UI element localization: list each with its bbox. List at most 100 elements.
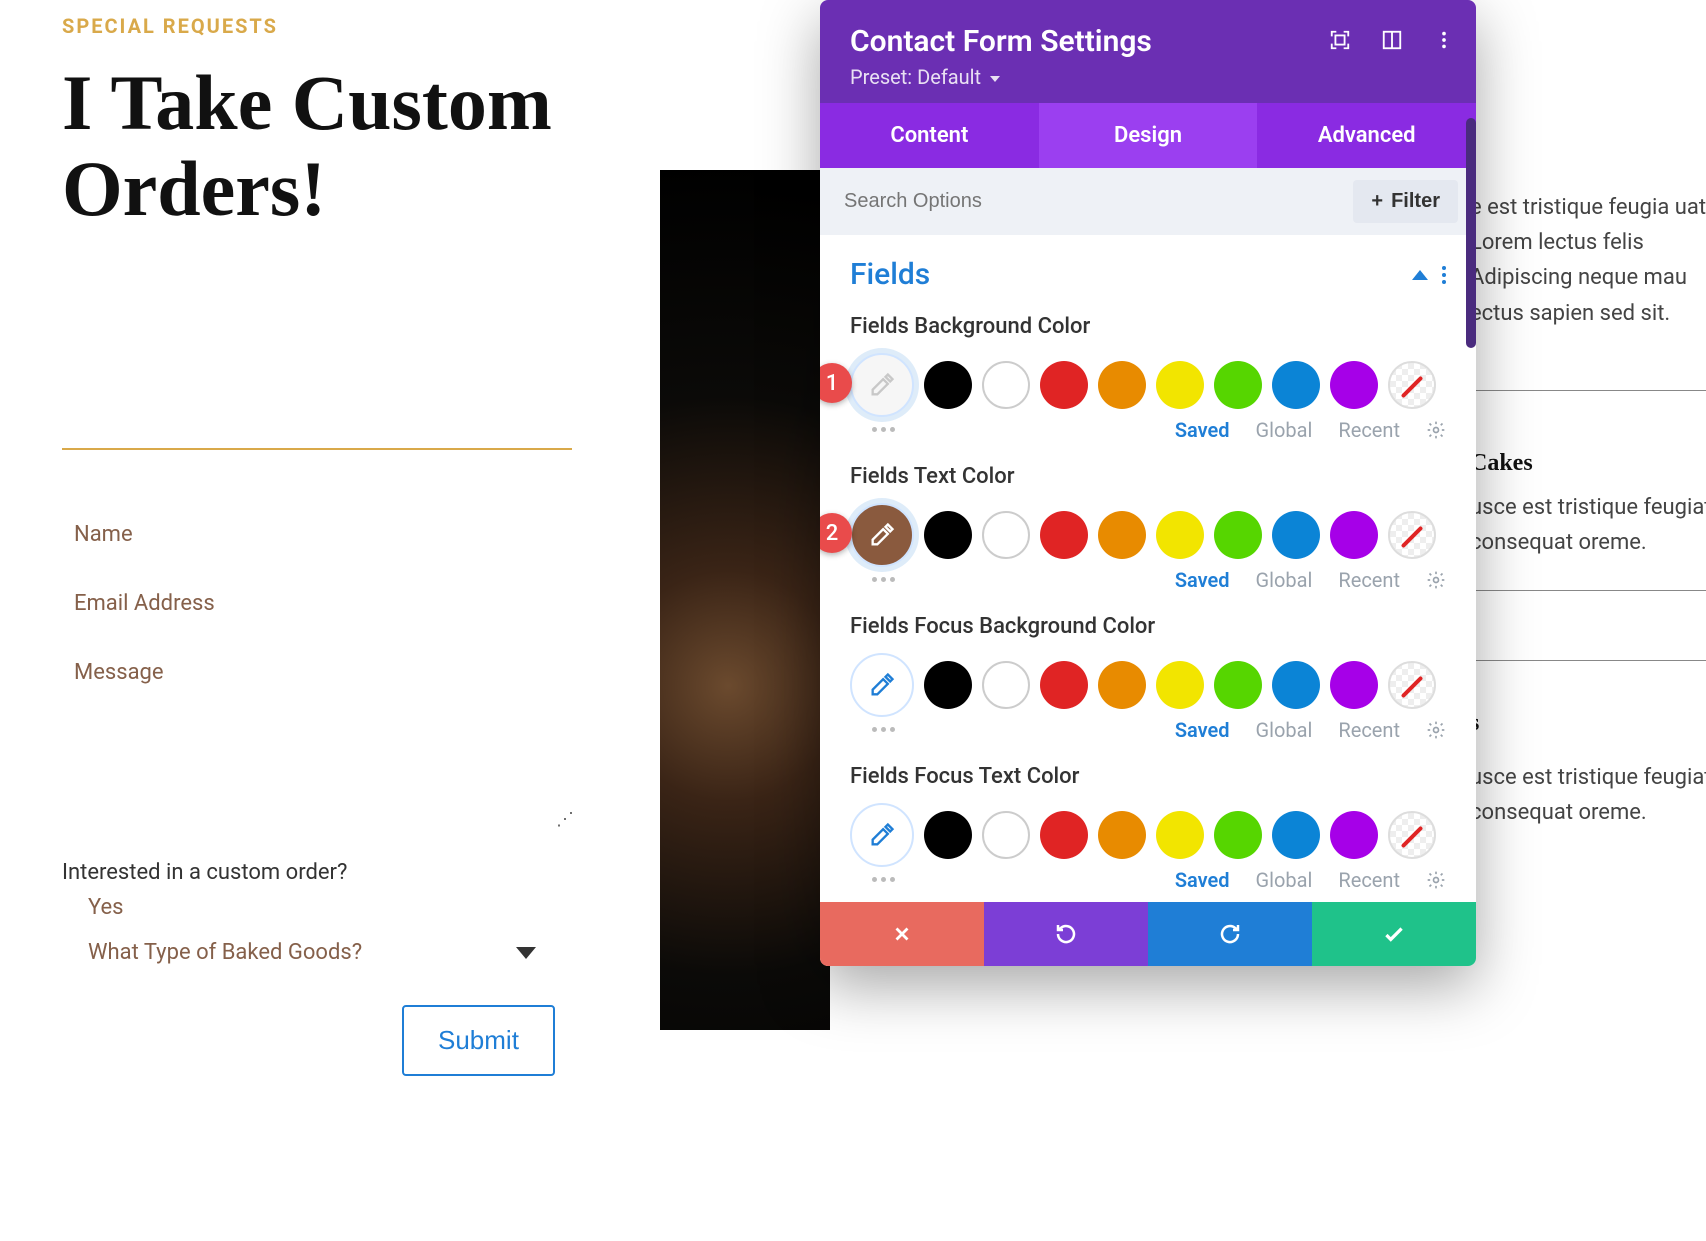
swatch-blue[interactable] — [1272, 361, 1320, 409]
chevron-down-icon — [516, 947, 536, 959]
tab-advanced[interactable]: Advanced — [1257, 103, 1476, 168]
swatch-white[interactable] — [982, 361, 1030, 409]
expand-icon[interactable] — [1328, 28, 1352, 52]
contact-form: Name Email Address Message ⋰ Interested … — [62, 500, 582, 1076]
current-color[interactable] — [850, 353, 914, 417]
interest-question: Interested in a custom order? — [62, 860, 582, 885]
swatch-orange[interactable] — [1098, 811, 1146, 859]
right-paragraph-3: usce est tristique feugiat consequat ore… — [1470, 760, 1706, 830]
more-icon[interactable] — [1442, 266, 1446, 284]
swatch-purple[interactable] — [1330, 661, 1378, 709]
palette-tabs: Saved Global Recent — [850, 868, 1446, 892]
gear-icon[interactable] — [1426, 570, 1446, 590]
message-field[interactable]: Message ⋰ — [62, 638, 582, 838]
baked-goods-select[interactable]: What Type of Baked Goods? — [62, 930, 562, 975]
swatch-red[interactable] — [1040, 811, 1088, 859]
tab-content[interactable]: Content — [820, 103, 1039, 168]
panel-tabs: Content Design Advanced — [820, 103, 1476, 168]
swatch-black[interactable] — [924, 661, 972, 709]
swatch-green[interactable] — [1214, 811, 1262, 859]
option-label: Fields Background Color — [850, 314, 1446, 339]
tab-saved[interactable]: Saved — [1175, 568, 1230, 592]
swatch-transparent[interactable] — [1388, 661, 1436, 709]
settings-panel: Contact Form Settings Preset: Default Co… — [820, 0, 1476, 966]
tab-design[interactable]: Design — [1039, 103, 1258, 168]
section-title[interactable]: Fields — [850, 257, 930, 292]
swatch-orange[interactable] — [1098, 661, 1146, 709]
tab-saved[interactable]: Saved — [1175, 868, 1230, 892]
plus-icon: + — [1371, 190, 1383, 213]
swatch-purple[interactable] — [1330, 361, 1378, 409]
swatch-black[interactable] — [924, 811, 972, 859]
color-option: Fields Text Color2SavedGlobalRecent — [850, 464, 1446, 592]
swatch-white[interactable] — [982, 661, 1030, 709]
palette-tabs: Saved Global Recent — [850, 718, 1446, 742]
swatch-black[interactable] — [924, 361, 972, 409]
right-paragraph-1: e est tristique feugia uat. Lorem lectus… — [1470, 190, 1706, 331]
swatch-green[interactable] — [1214, 511, 1262, 559]
right-divider-2 — [1470, 590, 1706, 591]
tab-global[interactable]: Global — [1256, 718, 1313, 742]
current-color[interactable] — [850, 503, 914, 567]
preset-selector[interactable]: Preset: Default — [850, 65, 1446, 89]
email-field[interactable]: Email Address — [62, 569, 582, 638]
gear-icon[interactable] — [1426, 420, 1446, 440]
tab-global[interactable]: Global — [1256, 418, 1313, 442]
tab-global[interactable]: Global — [1256, 568, 1313, 592]
interest-answer[interactable]: Yes — [62, 885, 582, 930]
right-subhead-1: Cakes — [1470, 450, 1533, 477]
search-input[interactable] — [838, 182, 1353, 221]
save-button[interactable] — [1312, 902, 1476, 966]
section-actions — [1412, 266, 1446, 284]
swatch-red[interactable] — [1040, 361, 1088, 409]
resize-handle-icon[interactable]: ⋰ — [556, 809, 574, 830]
redo-button[interactable] — [1148, 902, 1312, 966]
swatch-transparent[interactable] — [1388, 361, 1436, 409]
swatch-green[interactable] — [1214, 361, 1262, 409]
swatch-blue[interactable] — [1272, 811, 1320, 859]
swatch-yellow[interactable] — [1156, 661, 1204, 709]
name-field[interactable]: Name — [62, 500, 582, 569]
tab-recent[interactable]: Recent — [1338, 418, 1400, 442]
swatch-yellow[interactable] — [1156, 361, 1204, 409]
swatch-transparent[interactable] — [1388, 811, 1436, 859]
submit-button[interactable]: Submit — [402, 1005, 555, 1076]
tab-recent[interactable]: Recent — [1338, 568, 1400, 592]
tab-global[interactable]: Global — [1256, 868, 1313, 892]
snap-icon[interactable] — [1380, 28, 1404, 52]
swatch-orange[interactable] — [1098, 511, 1146, 559]
tab-saved[interactable]: Saved — [1175, 718, 1230, 742]
gear-icon[interactable] — [1426, 720, 1446, 740]
eyedropper-icon — [868, 371, 896, 399]
tab-recent[interactable]: Recent — [1338, 718, 1400, 742]
current-color[interactable] — [850, 653, 914, 717]
swatch-yellow[interactable] — [1156, 811, 1204, 859]
swatch-green[interactable] — [1214, 661, 1262, 709]
more-icon[interactable] — [1432, 28, 1456, 52]
swatch-orange[interactable] — [1098, 361, 1146, 409]
tab-recent[interactable]: Recent — [1338, 868, 1400, 892]
option-label: Fields Focus Text Color — [850, 764, 1446, 789]
eyebrow-text: SPECIAL REQUESTS — [62, 14, 278, 38]
tab-saved[interactable]: Saved — [1175, 418, 1230, 442]
swatch-black[interactable] — [924, 511, 972, 559]
cancel-button[interactable] — [820, 902, 984, 966]
swatch-white[interactable] — [982, 811, 1030, 859]
swatch-white[interactable] — [982, 511, 1030, 559]
swatch-yellow[interactable] — [1156, 511, 1204, 559]
undo-button[interactable] — [984, 902, 1148, 966]
swatch-purple[interactable] — [1330, 511, 1378, 559]
swatch-purple[interactable] — [1330, 811, 1378, 859]
gear-icon[interactable] — [1426, 870, 1446, 890]
filter-button[interactable]: + Filter — [1353, 180, 1458, 223]
eyedropper-icon — [868, 821, 896, 849]
swatch-red[interactable] — [1040, 661, 1088, 709]
panel-scrollbar[interactable] — [1466, 118, 1476, 348]
swatch-red[interactable] — [1040, 511, 1088, 559]
current-color[interactable] — [850, 803, 914, 867]
swatch-blue[interactable] — [1272, 511, 1320, 559]
swatch-blue[interactable] — [1272, 661, 1320, 709]
filter-label: Filter — [1391, 190, 1440, 213]
swatch-transparent[interactable] — [1388, 511, 1436, 559]
chevron-up-icon[interactable] — [1412, 270, 1428, 280]
